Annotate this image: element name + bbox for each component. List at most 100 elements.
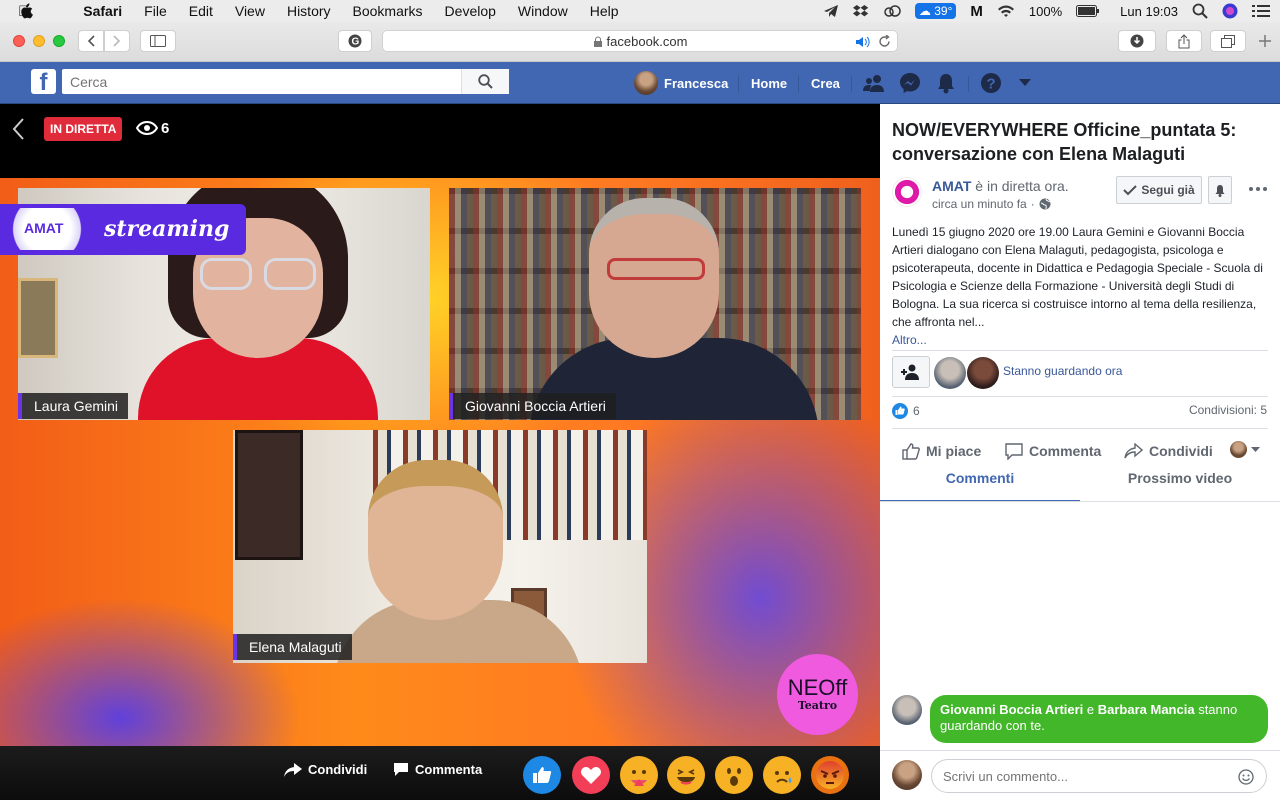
page-name-link[interactable]: AMAT — [932, 178, 971, 194]
share-post-button[interactable]: Condividi — [1124, 440, 1213, 462]
invite-friends-button[interactable] — [892, 356, 930, 388]
notification-center-icon[interactable] — [1252, 4, 1270, 18]
new-tab-button[interactable] — [1258, 34, 1272, 48]
notifications-bell-icon[interactable] — [935, 72, 957, 94]
profile-link[interactable]: Francesca — [634, 62, 728, 104]
post-as-avatar — [1230, 441, 1247, 458]
reload-icon[interactable] — [878, 35, 891, 48]
video-share-button[interactable]: Condividi — [284, 762, 367, 777]
tabs-overview-button[interactable] — [1210, 30, 1246, 52]
likes-summary[interactable]: 6 — [892, 403, 920, 419]
downloads-button[interactable] — [1118, 30, 1156, 52]
home-link[interactable]: Home — [751, 62, 787, 104]
menu-window[interactable]: Window — [518, 3, 568, 19]
search-input[interactable] — [62, 70, 462, 93]
video-comment-button[interactable]: Commenta — [393, 762, 482, 777]
cloud-sync-icon[interactable] — [883, 4, 901, 18]
siri-icon[interactable] — [1222, 3, 1238, 19]
post-time[interactable]: circa un minuto fa — [932, 197, 1027, 211]
stream-frame: Laura Gemini Giovanni Boccia Artieri Ele… — [0, 178, 880, 775]
sidebar-toggle-button[interactable] — [140, 30, 176, 52]
reaction-like-button[interactable] — [523, 756, 561, 794]
emoji-picker-icon[interactable] — [1238, 769, 1254, 785]
see-more-link[interactable]: Altro... — [892, 333, 927, 347]
back-arrow-icon[interactable] — [12, 118, 26, 140]
help-icon[interactable]: ? — [980, 72, 1002, 94]
caret-down-icon — [1251, 446, 1260, 452]
create-link[interactable]: Crea — [811, 62, 840, 104]
amat-logo-text: AMAT — [24, 220, 64, 236]
checkmark-icon — [1123, 185, 1138, 196]
comment-button[interactable]: Commenta — [1005, 440, 1101, 462]
menu-history[interactable]: History — [287, 3, 331, 19]
watching-now-link[interactable]: Stanno guardando ora — [1003, 364, 1122, 378]
mac-menubar:  Safari File Edit View History Bookmark… — [0, 0, 1280, 22]
notice-name-1[interactable]: Giovanni Boccia Artieri — [940, 702, 1083, 717]
facebook-logo-icon[interactable]: f — [31, 69, 56, 94]
add-friend-icon — [901, 364, 919, 380]
viewer-avatar[interactable] — [934, 357, 966, 389]
menu-view[interactable]: View — [235, 3, 265, 19]
person-glasses — [607, 258, 705, 280]
address-bar[interactable]: facebook.com — [382, 30, 898, 52]
malwarebytes-icon[interactable]: M — [970, 3, 983, 20]
post-meta: circa un minuto fa · — [932, 197, 1051, 211]
apple-logo-icon[interactable] — [18, 3, 33, 19]
wifi-icon[interactable] — [997, 4, 1015, 18]
reaction-haha-button[interactable] — [667, 756, 705, 794]
comment-bubble-icon — [394, 763, 408, 776]
menu-help[interactable]: Help — [590, 3, 619, 19]
audio-playing-icon[interactable] — [855, 36, 871, 48]
telegram-icon[interactable] — [823, 4, 839, 18]
nav-separator — [738, 76, 739, 92]
window-minimize-button[interactable] — [33, 35, 45, 47]
messenger-icon[interactable] — [899, 72, 921, 94]
reaction-angry-button[interactable] — [811, 756, 849, 794]
tab-comments[interactable]: Commenti — [880, 470, 1080, 486]
tab-next-video[interactable]: Prossimo video — [1080, 470, 1280, 486]
viewer-avatar[interactable] — [967, 357, 999, 389]
reaction-care-button[interactable] — [620, 756, 658, 794]
shares-count[interactable]: Condivisioni: 5 — [1189, 403, 1267, 417]
live-video-player[interactable]: IN DIRETTA 6 Laura Gemini Giovanni Bocci… — [0, 104, 880, 800]
amat-splash-logo: AMAT — [4, 208, 90, 250]
window-close-button[interactable] — [13, 35, 25, 47]
notify-button[interactable] — [1208, 176, 1232, 204]
account-menu-caret-icon[interactable] — [1019, 79, 1031, 87]
profile-name: Francesca — [664, 75, 729, 91]
heart-icon — [581, 767, 601, 784]
follow-button[interactable]: Segui già — [1116, 176, 1202, 204]
home-label: Home — [751, 75, 788, 91]
comment-label: Commenta — [1029, 443, 1102, 459]
spotlight-search-icon[interactable] — [1192, 3, 1208, 19]
reaction-wow-button[interactable] — [715, 756, 753, 794]
notice-name-2[interactable]: Barbara Mancia — [1098, 702, 1195, 717]
menu-file[interactable]: File — [144, 3, 167, 19]
comment-input[interactable] — [943, 768, 1233, 784]
clock[interactable]: Lun 19:03 — [1120, 4, 1178, 19]
page-avatar[interactable] — [892, 177, 922, 207]
more-options-icon[interactable] — [1249, 187, 1267, 191]
care-emoji-icon — [625, 761, 653, 789]
share-button[interactable] — [1166, 30, 1202, 52]
menu-edit[interactable]: Edit — [189, 3, 213, 19]
friend-requests-icon[interactable] — [863, 73, 885, 93]
neoff-logo-line2: Teatro — [797, 699, 838, 712]
window-zoom-button[interactable] — [53, 35, 65, 47]
dropbox-icon[interactable] — [852, 4, 869, 18]
post-as-selector[interactable] — [1230, 441, 1260, 458]
forward-button[interactable] — [104, 30, 130, 52]
extension-button[interactable]: G — [338, 30, 372, 52]
live-label: IN DIRETTA — [50, 122, 117, 136]
watcher-avatar[interactable] — [892, 695, 922, 725]
reaction-love-button[interactable] — [572, 756, 610, 794]
menu-develop[interactable]: Develop — [445, 3, 496, 19]
menu-app-name[interactable]: Safari — [83, 3, 122, 19]
back-button[interactable] — [78, 30, 104, 52]
menu-bookmarks[interactable]: Bookmarks — [353, 3, 423, 19]
battery-icon[interactable] — [1076, 5, 1100, 17]
search-button[interactable] — [461, 69, 509, 94]
reaction-sad-button[interactable] — [763, 756, 801, 794]
temperature-badge[interactable]: ☁ 39° — [914, 3, 957, 19]
like-button[interactable]: Mi piace — [902, 440, 981, 462]
